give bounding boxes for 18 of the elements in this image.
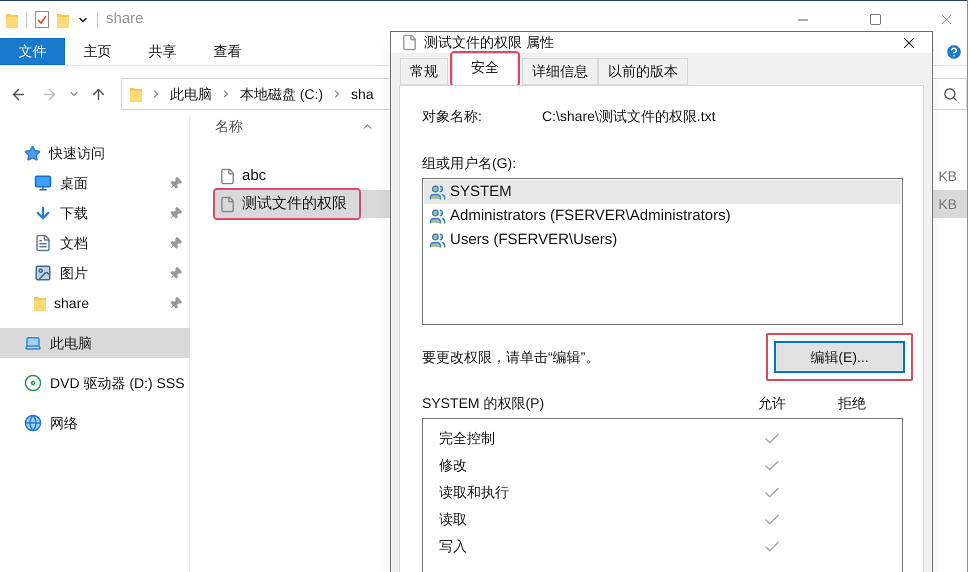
field-label: 对象名称: (422, 107, 483, 126)
permission-name: 写入 (439, 537, 467, 556)
permission-name: 完全控制 (439, 429, 495, 448)
object-name: C:\share\测试文件的权限.txt (542, 107, 716, 126)
permission-name: 读取和执行 (439, 483, 509, 502)
file-name: 测试文件的权限 (242, 194, 347, 214)
file-size: KB (938, 166, 957, 186)
section-label: 组或用户名(G): (422, 154, 518, 173)
section-label: SYSTEM 的权限(P) (422, 394, 546, 413)
column-header: 允许 (757, 394, 787, 413)
column-header: 拒绝 (837, 394, 867, 413)
dialog-title: 测试文件的权限 属性 (424, 33, 554, 52)
file-size: KB (938, 194, 957, 214)
hint-text: 要更改权限，请单击“编辑”。 (422, 348, 600, 366)
permission-name: 修改 (439, 456, 467, 475)
window-title: share (106, 9, 144, 30)
permission-name: 读取 (439, 510, 467, 529)
file-name: abc (242, 166, 266, 186)
